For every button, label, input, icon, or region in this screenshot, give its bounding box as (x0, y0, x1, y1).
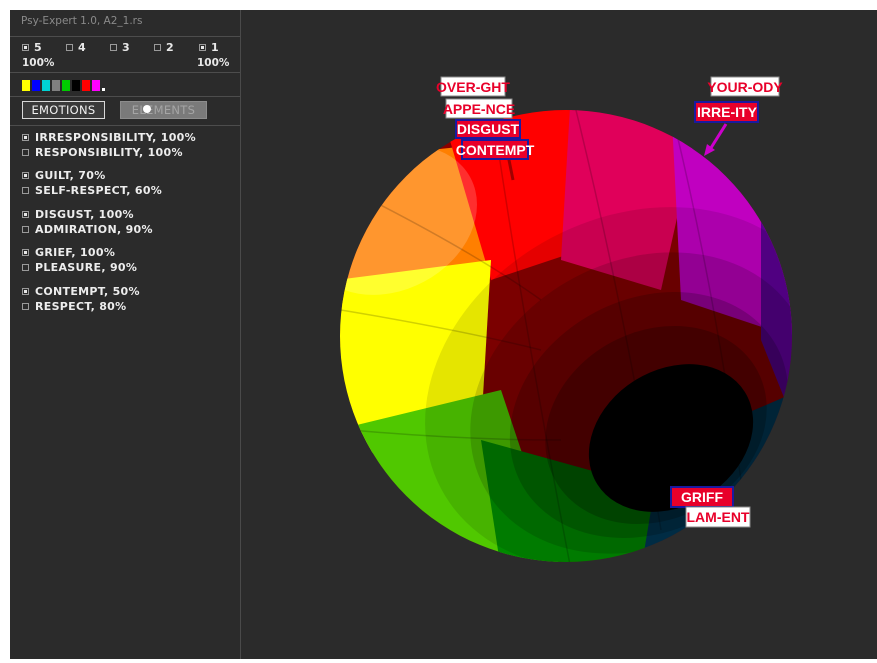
label-lam-ent[interactable]: LAM-ENT (685, 506, 751, 528)
level-label: 3 (122, 41, 130, 54)
checkbox-icon[interactable] (66, 44, 73, 51)
color-swatch-gray[interactable] (52, 80, 60, 91)
level-option-5[interactable]: 5 (22, 41, 42, 54)
sphere-label-text: IRRE-ITY (697, 104, 758, 120)
sphere-label-text: OVER-GHT (436, 79, 510, 95)
color-swatch-magenta[interactable] (92, 80, 100, 91)
mouse-cursor-icon (143, 105, 151, 113)
divider (10, 36, 240, 37)
irre-ity-arrow (707, 123, 728, 152)
checkbox-icon[interactable] (22, 249, 29, 256)
emotion-label: GUILT, 70% (35, 169, 106, 182)
level-option-1[interactable]: 1 (199, 41, 219, 54)
checkbox-icon[interactable] (154, 44, 161, 51)
emotion-label: CONTEMPT, 50% (35, 285, 140, 298)
checkbox-icon[interactable] (22, 288, 29, 295)
label-your-ody[interactable]: YOUR-ODY (707, 76, 783, 97)
emotion-label: ADMIRATION, 90% (35, 223, 153, 236)
percent-left: 100% (22, 57, 55, 69)
sphere-label-text: DISGUST (457, 121, 520, 137)
level-option-3[interactable]: 3 (110, 41, 130, 54)
color-swatch-yellow[interactable] (22, 80, 30, 91)
emotion-item[interactable]: GUILT, 70% (22, 169, 106, 182)
level-label: 4 (78, 41, 86, 54)
divider (10, 96, 240, 97)
divider (10, 125, 240, 126)
checkbox-icon[interactable] (22, 211, 29, 218)
checkbox-icon[interactable] (22, 44, 29, 51)
checkbox-icon[interactable] (22, 226, 29, 233)
sphere-label-text: LAM-ENT (687, 509, 750, 525)
emotion-item[interactable]: GRIEF, 100% (22, 246, 115, 259)
label-disgust[interactable]: DISGUST (455, 119, 521, 139)
sphere-label-text: YOUR-ODY (707, 79, 783, 95)
level-option-4[interactable]: 4 (66, 41, 86, 54)
sphere-label-text: GRIFF (681, 489, 723, 505)
checkbox-icon[interactable] (110, 44, 117, 51)
emotion-label: IRRESPONSIBILITY, 100% (35, 131, 196, 144)
color-swatch-blue[interactable] (32, 80, 40, 91)
emotion-sphere[interactable]: OVER-GHT APPE-NCE DISGUST CONTEMPT YOUR-… (241, 10, 877, 659)
label-appe-nce[interactable]: APPE-NCE (443, 98, 515, 119)
app-window: Psy-Expert 1.0, A2_1.rs 5 4 3 2 1 100% 1… (10, 10, 877, 659)
emotion-item[interactable]: PLEASURE, 90% (22, 261, 137, 274)
sidebar: Psy-Expert 1.0, A2_1.rs 5 4 3 2 1 100% 1… (10, 10, 241, 659)
color-swatch-black[interactable] (72, 80, 80, 91)
checkbox-icon[interactable] (22, 149, 29, 156)
label-griff[interactable]: GRIFF (670, 486, 734, 508)
elements-tab-button[interactable]: ELEMENTS (120, 101, 207, 119)
emotions-tab-button[interactable]: EMOTIONS (22, 101, 105, 119)
window-title: Psy-Expert 1.0, A2_1.rs (21, 15, 143, 27)
checkbox-icon[interactable] (22, 187, 29, 194)
checkbox-icon[interactable] (22, 134, 29, 141)
emotion-item[interactable]: SELF-RESPECT, 60% (22, 184, 162, 197)
emotion-label: RESPECT, 80% (35, 300, 127, 313)
emotion-label: SELF-RESPECT, 60% (35, 184, 163, 197)
level-option-2[interactable]: 2 (154, 41, 174, 54)
sphere-label-text: CONTEMPT (456, 142, 535, 158)
color-swatch-white[interactable] (102, 88, 105, 91)
level-label: 1 (211, 41, 219, 54)
checkbox-icon[interactable] (22, 264, 29, 271)
emotion-item[interactable]: RESPONSIBILITY, 100% (22, 146, 183, 159)
level-label: 2 (166, 41, 174, 54)
emotion-item[interactable]: ADMIRATION, 90% (22, 223, 153, 236)
level-label: 5 (34, 41, 42, 54)
emotion-label: GRIEF, 100% (35, 246, 116, 259)
emotion-item[interactable]: IRRESPONSIBILITY, 100% (22, 131, 196, 144)
emotion-item[interactable]: DISGUST, 100% (22, 208, 134, 221)
percent-right: 100% (197, 57, 230, 69)
color-swatch-red[interactable] (82, 80, 90, 91)
checkbox-icon[interactable] (199, 44, 206, 51)
emotion-label: RESPONSIBILITY, 100% (35, 146, 183, 159)
color-swatch-cyan[interactable] (42, 80, 50, 91)
label-over-ght[interactable]: OVER-GHT (436, 76, 510, 97)
sphere-body (340, 110, 792, 562)
color-swatch-green[interactable] (62, 80, 70, 91)
emotion-label: PLEASURE, 90% (35, 261, 138, 274)
checkbox-icon[interactable] (22, 303, 29, 310)
sphere-label-text: APPE-NCE (443, 101, 515, 117)
emotion-label: DISGUST, 100% (35, 208, 134, 221)
emotion-item[interactable]: RESPECT, 80% (22, 300, 126, 313)
sphere-viewport[interactable]: OVER-GHT APPE-NCE DISGUST CONTEMPT YOUR-… (241, 10, 877, 659)
divider (10, 72, 240, 73)
label-irre-ity[interactable]: IRRE-ITY (694, 101, 759, 123)
emotion-item[interactable]: CONTEMPT, 50% (22, 285, 140, 298)
label-contempt[interactable]: CONTEMPT (456, 139, 535, 160)
checkbox-icon[interactable] (22, 172, 29, 179)
